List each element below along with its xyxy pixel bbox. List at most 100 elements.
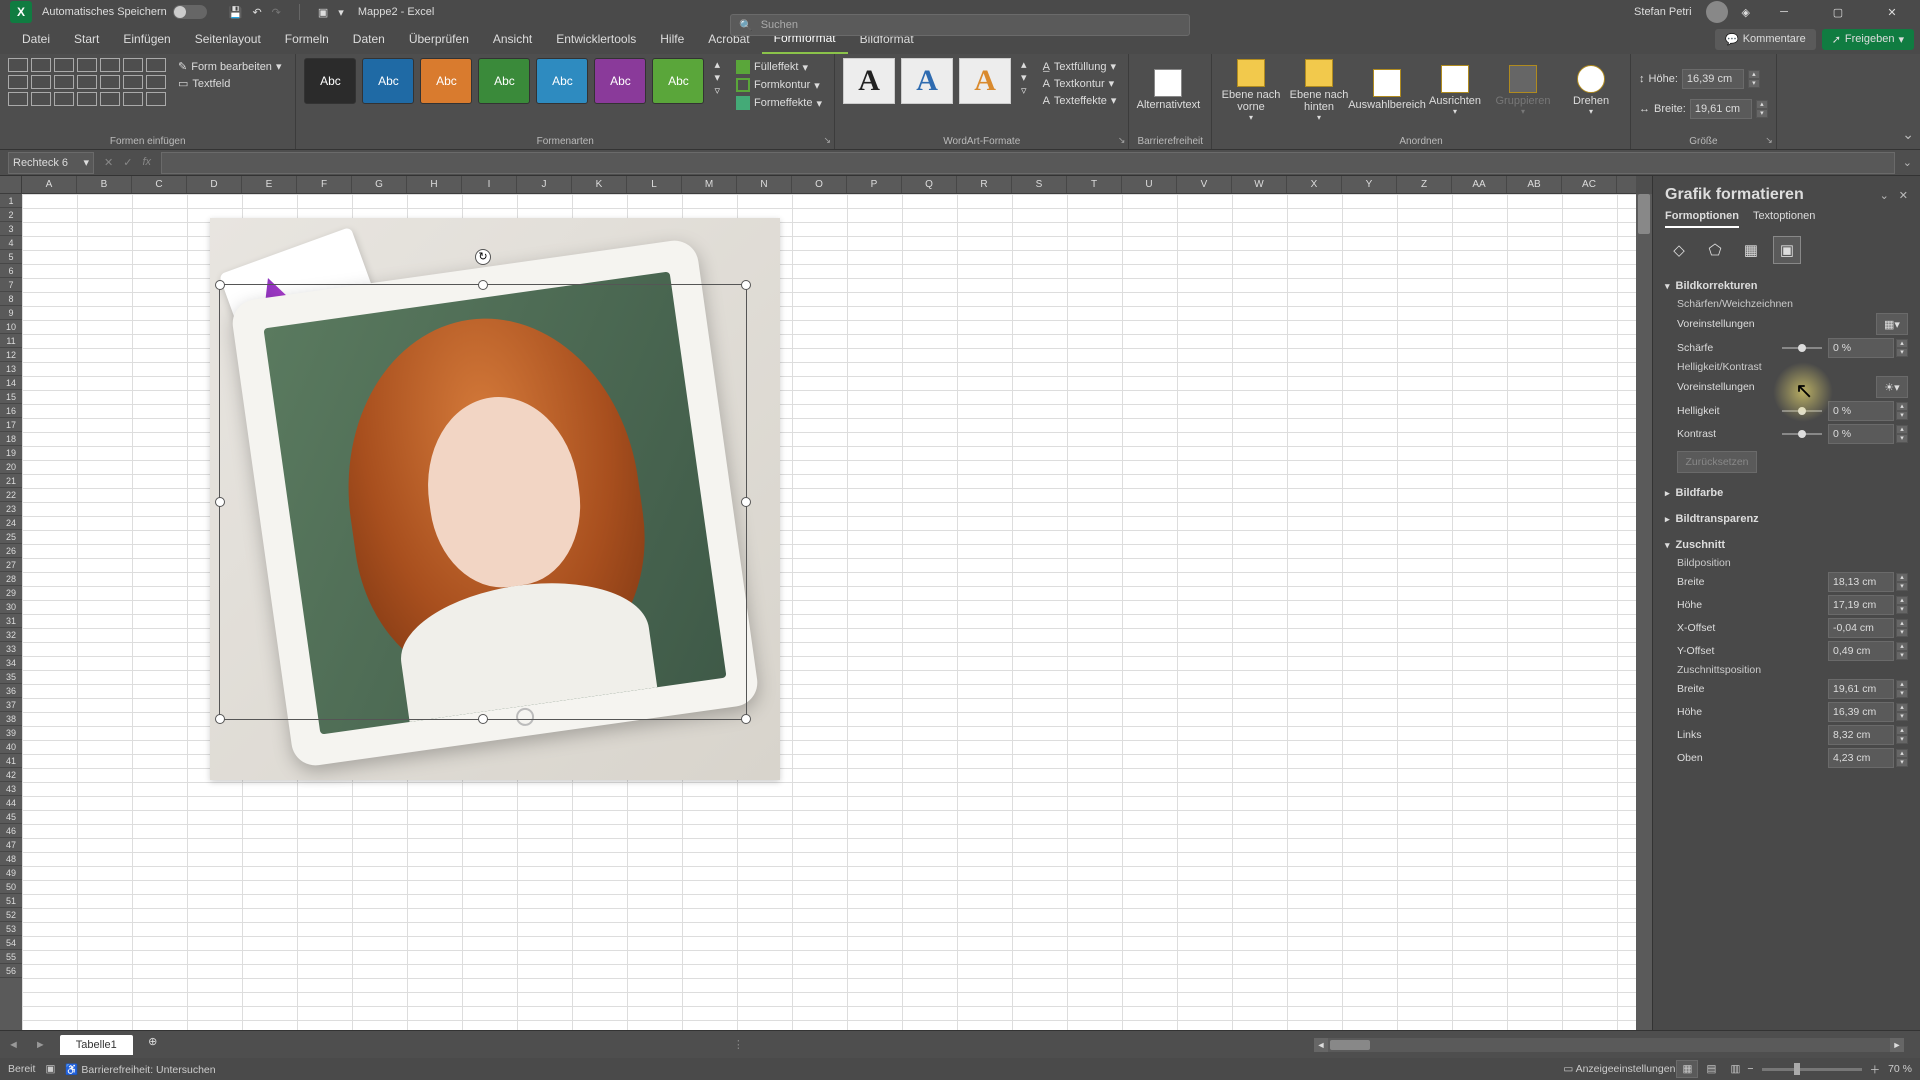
- zoom-in-icon[interactable]: ＋: [1870, 1062, 1881, 1077]
- crop-top-input[interactable]: [1828, 748, 1894, 768]
- fill-line-icon[interactable]: ◇: [1665, 236, 1693, 264]
- column-header[interactable]: E: [242, 176, 297, 193]
- alt-text-button[interactable]: Alternativtext: [1137, 58, 1199, 122]
- column-header[interactable]: N: [737, 176, 792, 193]
- row-header[interactable]: 24: [0, 516, 22, 530]
- sharpen-presets-button[interactable]: ▦▾: [1876, 313, 1908, 335]
- crop-height-input[interactable]: [1828, 702, 1894, 722]
- pane-options-icon[interactable]: ⌄: [1880, 189, 1889, 202]
- row-header[interactable]: 44: [0, 796, 22, 810]
- row-header[interactable]: 3: [0, 222, 22, 236]
- row-header[interactable]: 46: [0, 824, 22, 838]
- send-backward-button[interactable]: Ebene nach hinten▾: [1288, 58, 1350, 122]
- row-header[interactable]: 45: [0, 810, 22, 824]
- toggle-switch-icon[interactable]: [173, 5, 207, 19]
- sharpness-slider[interactable]: [1782, 347, 1822, 349]
- column-header[interactable]: S: [1012, 176, 1067, 193]
- row-header[interactable]: 26: [0, 544, 22, 558]
- camera-icon[interactable]: ▣: [318, 6, 328, 19]
- vertical-scrollbar[interactable]: [1636, 194, 1652, 1030]
- column-header[interactable]: AB: [1507, 176, 1562, 193]
- effects-pentagon-icon[interactable]: ⬠: [1701, 236, 1729, 264]
- diamond-icon[interactable]: ◈: [1742, 6, 1750, 19]
- row-header[interactable]: 8: [0, 292, 22, 306]
- column-header[interactable]: D: [187, 176, 242, 193]
- row-header[interactable]: 10: [0, 320, 22, 334]
- gallery-down-icon[interactable]: ▾: [1021, 71, 1027, 84]
- sharpness-input[interactable]: [1828, 338, 1894, 358]
- brightness-input[interactable]: [1828, 401, 1894, 421]
- row-header[interactable]: 6: [0, 264, 22, 278]
- row-header[interactable]: 25: [0, 530, 22, 544]
- row-header[interactable]: 36: [0, 684, 22, 698]
- row-headers[interactable]: 1234567891011121314151617181920212223242…: [0, 194, 22, 1030]
- gallery-down-icon[interactable]: ▾: [714, 71, 720, 84]
- row-header[interactable]: 49: [0, 866, 22, 880]
- x-offset-input[interactable]: [1828, 618, 1894, 638]
- selection-pane-button[interactable]: Auswahlbereich: [1356, 58, 1418, 122]
- rotate-button[interactable]: Drehen▾: [1560, 58, 1622, 122]
- tab-ansicht[interactable]: Ansicht: [481, 24, 544, 54]
- worksheet-area[interactable]: ABCDEFGHIJKLMNOPQRSTUVWXYZAAABAC 1234567…: [0, 176, 1652, 1030]
- column-header[interactable]: R: [957, 176, 1012, 193]
- brightness-presets-button[interactable]: ☀▾: [1876, 376, 1908, 398]
- size-properties-icon[interactable]: ▦: [1737, 236, 1765, 264]
- minimize-button[interactable]: ─: [1764, 6, 1804, 18]
- row-header[interactable]: 21: [0, 474, 22, 488]
- column-header[interactable]: Z: [1397, 176, 1452, 193]
- display-settings-button[interactable]: ▭ Anzeigeeinstellungen: [1563, 1063, 1675, 1075]
- row-header[interactable]: 54: [0, 936, 22, 950]
- row-header[interactable]: 9: [0, 306, 22, 320]
- dialog-launcher-icon[interactable]: ↘: [1765, 135, 1773, 146]
- column-header[interactable]: G: [352, 176, 407, 193]
- column-header[interactable]: Q: [902, 176, 957, 193]
- row-header[interactable]: 35: [0, 670, 22, 684]
- crop-left-input[interactable]: [1828, 725, 1894, 745]
- sheet-nav-next-icon[interactable]: ►: [27, 1039, 54, 1051]
- tab-entwicklertools[interactable]: Entwicklertools: [544, 24, 648, 54]
- shape-outline-button[interactable]: Formkontur ▾: [732, 76, 826, 94]
- column-header[interactable]: H: [407, 176, 462, 193]
- shape-fill-button[interactable]: Fülleffekt ▾: [732, 58, 826, 76]
- crop-width-input[interactable]: [1828, 679, 1894, 699]
- row-header[interactable]: 5: [0, 250, 22, 264]
- inserted-picture[interactable]: [210, 218, 780, 780]
- contrast-slider[interactable]: [1782, 433, 1822, 435]
- accessibility-check[interactable]: ♿ Barrierefreiheit: Untersuchen: [65, 1063, 215, 1076]
- textfield-button[interactable]: ▭Textfeld: [172, 75, 287, 92]
- zoom-slider[interactable]: [1762, 1068, 1862, 1071]
- row-header[interactable]: 31: [0, 614, 22, 628]
- y-offset-input[interactable]: [1828, 641, 1894, 661]
- spin-up-icon[interactable]: ▴: [1756, 100, 1768, 109]
- row-header[interactable]: 17: [0, 418, 22, 432]
- column-header[interactable]: J: [517, 176, 572, 193]
- contrast-input[interactable]: [1828, 424, 1894, 444]
- row-header[interactable]: 1: [0, 194, 22, 208]
- horizontal-scrollbar[interactable]: ◄ ►: [1314, 1038, 1904, 1052]
- pic-width-input[interactable]: [1828, 572, 1894, 592]
- column-header[interactable]: C: [132, 176, 187, 193]
- column-header[interactable]: B: [77, 176, 132, 193]
- close-button[interactable]: ✕: [1872, 6, 1912, 19]
- align-button[interactable]: Ausrichten▾: [1424, 58, 1486, 122]
- expand-formula-icon[interactable]: ⌄: [1903, 156, 1912, 169]
- shape-effects-button[interactable]: Formeffekte ▾: [732, 94, 826, 112]
- undo-icon[interactable]: ↶: [252, 6, 261, 19]
- share-button[interactable]: ➚Freigeben ▾: [1822, 29, 1914, 50]
- row-header[interactable]: 19: [0, 446, 22, 460]
- wordart-style-2[interactable]: A: [901, 58, 953, 104]
- spin-down-icon[interactable]: ▾: [1756, 109, 1768, 118]
- gallery-more-icon[interactable]: ▿: [1021, 84, 1027, 97]
- maximize-button[interactable]: ▢: [1818, 6, 1858, 19]
- text-effects-button[interactable]: ATexteffekte ▾: [1039, 92, 1121, 109]
- row-header[interactable]: 43: [0, 782, 22, 796]
- row-header[interactable]: 48: [0, 852, 22, 866]
- row-header[interactable]: 47: [0, 838, 22, 852]
- collapse-ribbon-icon[interactable]: ⌄: [1902, 126, 1914, 143]
- row-header[interactable]: 37: [0, 698, 22, 712]
- shape-style-swatch[interactable]: Abc: [652, 58, 704, 104]
- row-header[interactable]: 11: [0, 334, 22, 348]
- autosave-toggle[interactable]: Automatisches Speichern: [42, 5, 207, 19]
- scroll-left-icon[interactable]: ◄: [1314, 1038, 1328, 1052]
- user-avatar[interactable]: [1706, 1, 1728, 23]
